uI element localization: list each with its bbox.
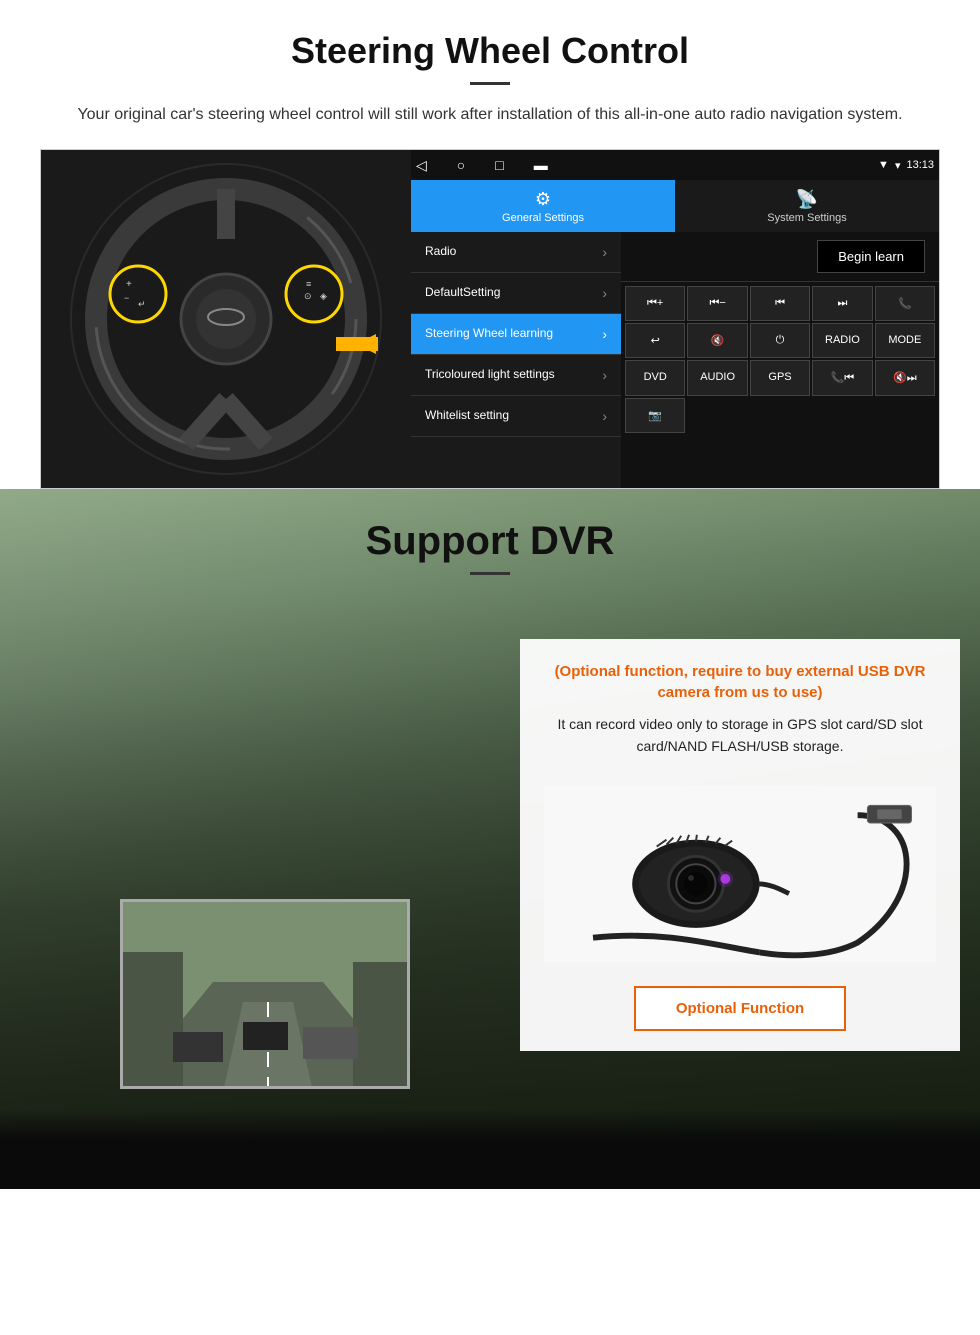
dvr-camera-svg bbox=[544, 784, 936, 964]
android-ui-mock: ◁ ○ □ ▬ ▼ ▾ 13:13 ⚙ General Settings 📡 bbox=[411, 150, 939, 488]
menu-item-radio[interactable]: Radio › bbox=[411, 232, 621, 273]
svg-text:−: − bbox=[124, 293, 129, 303]
dvr-background: Support DVR bbox=[0, 489, 980, 1189]
dvr-preview-svg bbox=[123, 902, 410, 1089]
ctrl-btn-call-prev[interactable]: 📞⏮ bbox=[812, 360, 872, 396]
chevron-icon: › bbox=[602, 244, 607, 260]
ctrl-btn-radio[interactable]: RADIO bbox=[812, 323, 872, 358]
ctrl-row-1: ⏮+ ⏮− ⏮ ⏭ 📞 bbox=[625, 286, 935, 321]
steering-wheel-control-panel: Begin learn ⏮+ ⏮− ⏮ ⏭ 📞 ↩ bbox=[621, 232, 939, 488]
menu-whitelist-label: Whitelist setting bbox=[425, 408, 509, 424]
home-nav-icon: ○ bbox=[457, 157, 465, 173]
svg-text:⊙: ⊙ bbox=[304, 291, 312, 301]
status-bar: ▼ ▾ 13:13 bbox=[878, 159, 934, 172]
begin-learn-row: Begin learn bbox=[621, 232, 939, 282]
chevron-icon-3: › bbox=[602, 326, 607, 342]
ctrl-row-3: DVD AUDIO GPS 📞⏮ 🔇⏭ bbox=[625, 360, 935, 396]
recent-nav-icon: □ bbox=[495, 157, 503, 173]
ctrl-btn-prev[interactable]: ⏮ bbox=[750, 286, 810, 321]
begin-learn-button[interactable]: Begin learn bbox=[817, 240, 925, 273]
tab-system-label: System Settings bbox=[767, 212, 846, 224]
chevron-icon-4: › bbox=[602, 367, 607, 383]
ctrl-row-4: 📷 bbox=[625, 398, 935, 433]
menu-item-steering-wheel[interactable]: Steering Wheel learning › bbox=[411, 314, 621, 355]
menu-item-default-setting[interactable]: DefaultSetting › bbox=[411, 273, 621, 314]
general-settings-icon: ⚙ bbox=[535, 189, 551, 210]
dvr-info-card: (Optional function, require to buy exter… bbox=[520, 639, 960, 1051]
title-divider bbox=[470, 82, 510, 85]
ctrl-btn-vol-up[interactable]: ⏮+ bbox=[625, 286, 685, 321]
menu-item-tricoloured[interactable]: Tricoloured light settings › bbox=[411, 355, 621, 396]
ctrl-btn-hangup[interactable]: ↩ bbox=[625, 323, 685, 358]
chevron-icon-2: › bbox=[602, 285, 607, 301]
signal-icon: ▼ bbox=[878, 159, 889, 171]
steering-demo-area: + − ↵ ≡ ⊙ ◈ ◁ ○ □ ▬ bbox=[40, 149, 940, 489]
dvr-camera-image bbox=[544, 774, 936, 974]
menu-item-whitelist[interactable]: Whitelist setting › bbox=[411, 396, 621, 437]
ctrl-btn-next[interactable]: ⏭ bbox=[812, 286, 872, 321]
menu-radio-label: Radio bbox=[425, 244, 456, 260]
ctrl-btn-gps[interactable]: GPS bbox=[750, 360, 810, 396]
page-title: Steering Wheel Control bbox=[40, 30, 940, 72]
svg-text:◈: ◈ bbox=[320, 291, 327, 301]
tab-system-settings[interactable]: 📡 System Settings bbox=[675, 180, 939, 232]
back-nav-icon: ◁ bbox=[416, 157, 427, 174]
ctrl-btn-mute-next[interactable]: 🔇⏭ bbox=[875, 360, 935, 396]
tab-general-label: General Settings bbox=[502, 212, 584, 224]
svg-text:≡: ≡ bbox=[306, 279, 311, 289]
ctrl-row-2: ↩ 🔇 ⏻ RADIO MODE bbox=[625, 323, 935, 358]
ctrl-btn-mute[interactable]: 🔇 bbox=[687, 323, 747, 358]
optional-function-button[interactable]: Optional Function bbox=[634, 986, 846, 1031]
time-display: 13:13 bbox=[906, 159, 934, 171]
svg-text:+: + bbox=[126, 279, 132, 290]
menu-tricoloured-label: Tricoloured light settings bbox=[425, 367, 555, 383]
steering-wheel-svg: + − ↵ ≡ ⊙ ◈ bbox=[66, 159, 386, 479]
ctrl-btn-vol-down[interactable]: ⏮− bbox=[687, 286, 747, 321]
dvr-description: It can record video only to storage in G… bbox=[544, 713, 936, 758]
steering-photo: + − ↵ ≡ ⊙ ◈ bbox=[41, 150, 411, 488]
settings-tabs: ⚙ General Settings 📡 System Settings bbox=[411, 180, 939, 232]
ctrl-btn-camera[interactable]: 📷 bbox=[625, 398, 685, 433]
menu-steering-label: Steering Wheel learning bbox=[425, 326, 553, 342]
dvr-divider bbox=[470, 572, 510, 575]
section-subtitle: Your original car's steering wheel contr… bbox=[60, 103, 920, 127]
dvr-optional-note: (Optional function, require to buy exter… bbox=[544, 661, 936, 703]
android-nav-bar: ◁ ○ □ ▬ ▼ ▾ 13:13 bbox=[411, 150, 939, 180]
dvr-section: Support DVR bbox=[0, 489, 980, 1189]
dvr-title-area: Support DVR bbox=[366, 489, 615, 575]
settings-body: Radio › DefaultSetting › Steering Wheel … bbox=[411, 232, 939, 488]
control-buttons-grid: ⏮+ ⏮− ⏮ ⏭ 📞 ↩ 🔇 ⏻ RADIO MODE bbox=[621, 282, 939, 437]
ctrl-btn-dvd[interactable]: DVD bbox=[625, 360, 685, 396]
settings-menu-list: Radio › DefaultSetting › Steering Wheel … bbox=[411, 232, 621, 488]
dvr-preview-thumbnail bbox=[120, 899, 410, 1089]
system-settings-icon: 📡 bbox=[796, 189, 818, 210]
chevron-icon-5: › bbox=[602, 408, 607, 424]
ctrl-btn-audio[interactable]: AUDIO bbox=[687, 360, 747, 396]
tab-general-settings[interactable]: ⚙ General Settings bbox=[411, 180, 675, 232]
wifi-icon: ▾ bbox=[895, 159, 901, 172]
svg-text:↵: ↵ bbox=[138, 299, 146, 309]
ctrl-btn-mode[interactable]: MODE bbox=[875, 323, 935, 358]
steering-wheel-section: Steering Wheel Control Your original car… bbox=[0, 0, 980, 489]
dvr-section-title: Support DVR bbox=[366, 519, 615, 564]
menu-default-label: DefaultSetting bbox=[425, 285, 500, 301]
dashboard-overlay bbox=[0, 1109, 980, 1189]
ctrl-btn-call[interactable]: 📞 bbox=[875, 286, 935, 321]
menu-nav-icon: ▬ bbox=[534, 157, 548, 173]
ctrl-btn-power[interactable]: ⏻ bbox=[750, 323, 810, 358]
